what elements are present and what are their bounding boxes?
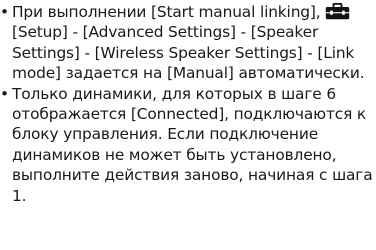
note-item-connected-speakers: • Только динамики, для которых в шаге 6 … bbox=[0, 84, 374, 206]
bullet: • bbox=[0, 3, 9, 21]
bullet: • bbox=[0, 84, 9, 103]
note-item-manual-linking: • При выполнении [Start manual linking],… bbox=[0, 2, 374, 84]
note-text: Только динамики, для которых в шаге 6 от… bbox=[12, 84, 373, 205]
note-text-part1: При выполнении [Start manual linking], bbox=[12, 3, 321, 21]
note-text-part2: [Setup] - [Advanced Settings] - [Speaker… bbox=[12, 23, 365, 83]
toolbox-icon bbox=[325, 3, 350, 20]
notes-list: • При выполнении [Start manual linking],… bbox=[0, 2, 374, 206]
